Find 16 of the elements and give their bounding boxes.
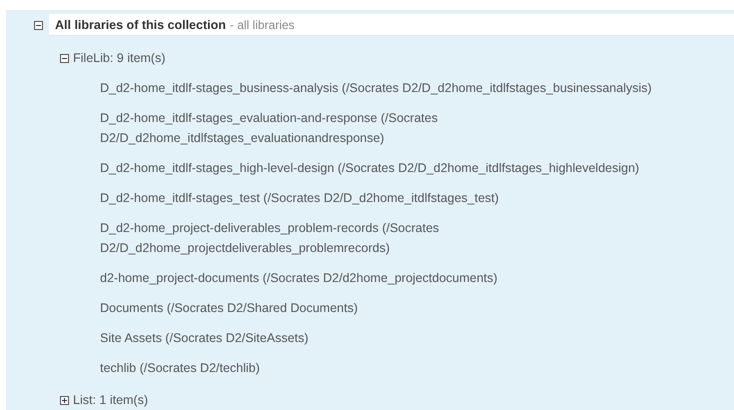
collapse-toggle[interactable]: [34, 20, 43, 30]
collapse-toggle[interactable]: [60, 54, 69, 62]
library-link[interactable]: D_d2-home_itdlf-stages_business-analysis (/Socrates D2/D_d2home_itdlfstages_businessanalysis): [100, 78, 720, 98]
library-link[interactable]: D_d2-home_itdlf-stages_evaluation-and-response (/Socrates D2/D_d2home_itdlfstages_evaluationandresponse): [100, 108, 720, 148]
collection-title: All libraries of this collection: [55, 18, 226, 32]
group-label[interactable]: FileLib: 9 item(s): [73, 51, 166, 65]
library-link[interactable]: D_d2-home_itdlf-stages_test (/Socrates D2/D_d2home_itdlfstages_test): [100, 188, 720, 208]
library-link[interactable]: Site Assets (/Socrates D2/SiteAssets): [100, 328, 720, 348]
library-link[interactable]: D_d2-home_project-deliverables_problem-records (/Socrates D2/D_d2home_projectdeliverables_problemrecords): [100, 218, 720, 258]
group-label[interactable]: List: 1 item(s): [73, 393, 148, 407]
collection-subtitle: - all libraries: [230, 18, 295, 32]
library-link[interactable]: Documents (/Socrates D2/Shared Documents): [100, 298, 720, 318]
library-link[interactable]: techlib (/Socrates D2/techlib): [100, 358, 720, 378]
library-link[interactable]: d2-home_project-documents (/Socrates D2/d2home_projectdocuments): [100, 268, 720, 288]
library-link[interactable]: D_d2-home_itdlf-stages_high-level-design (/Socrates D2/D_d2home_itdlfstages_highleveldesign): [100, 158, 720, 178]
expand-toggle[interactable]: [60, 396, 69, 404]
